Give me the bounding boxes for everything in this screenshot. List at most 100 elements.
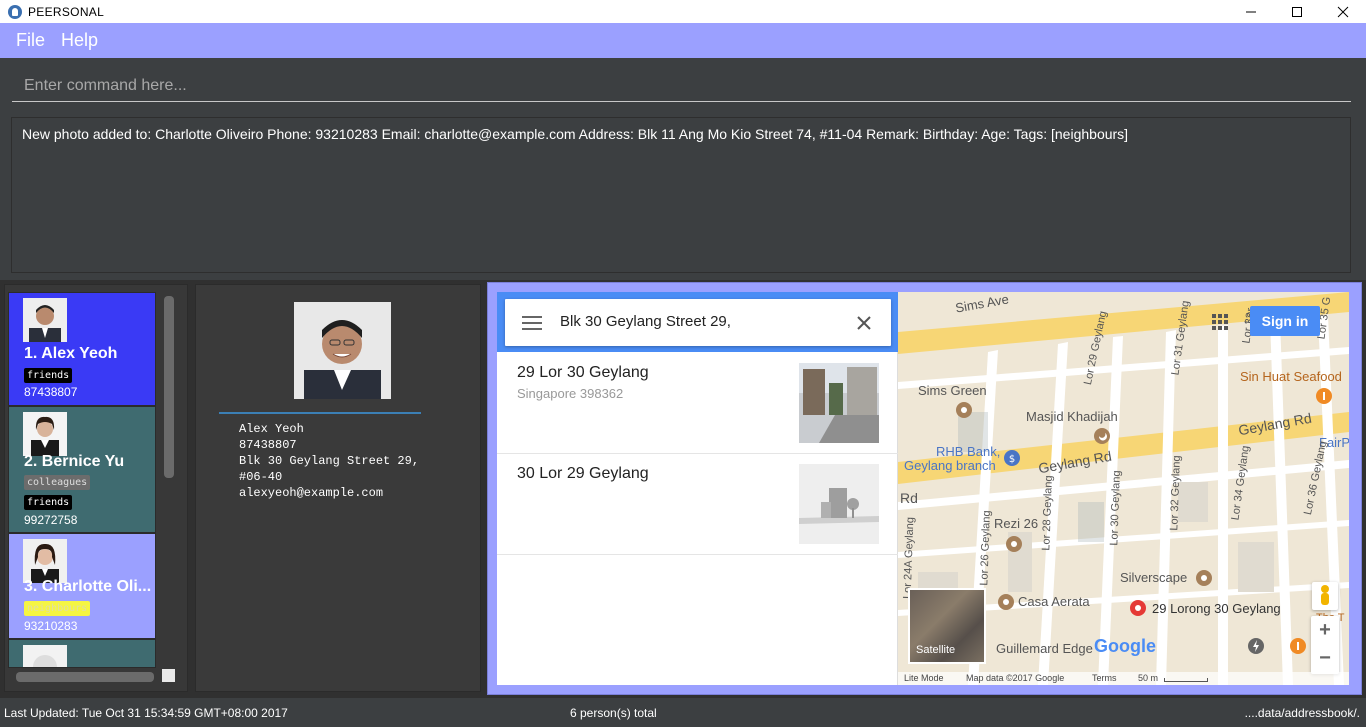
- apps-grid-icon[interactable]: [1212, 314, 1228, 330]
- map-scale-label: 50 m: [1138, 673, 1159, 683]
- terms-link[interactable]: Terms: [1092, 673, 1117, 683]
- detail-divider: [219, 412, 421, 414]
- restaurant-icon[interactable]: [1316, 388, 1332, 404]
- svg-text:$: $: [1009, 454, 1015, 465]
- map-place-label: Guillemard Edge: [996, 641, 1093, 656]
- map-place-label: Geylang branch: [904, 458, 996, 473]
- map-search-panel: Blk 30 Geylang Street 29, 29 Lor 30 Geyl…: [497, 292, 898, 685]
- map-data-label: Map data ©2017 Google: [966, 673, 1065, 683]
- close-icon: [1337, 6, 1349, 17]
- map-place-label: Sin Huat Seafood: [1240, 369, 1342, 384]
- poi-icon[interactable]: [998, 594, 1014, 610]
- menu-bar: File Help: [0, 23, 1366, 58]
- map-result-item[interactable]: 29 Lor 30 Geylang Singapore 398362: [497, 354, 898, 454]
- satellite-toggle[interactable]: Satellite: [908, 588, 986, 664]
- detail-phone: 87438807: [239, 438, 297, 452]
- maximize-icon: [1292, 6, 1302, 17]
- map-place-label: Silverscape: [1120, 570, 1188, 585]
- command-input[interactable]: [12, 70, 1351, 102]
- person-tag: friends: [24, 368, 73, 383]
- map-place-label: Sims Green: [918, 383, 987, 398]
- map-place-label: Casa Aerata: [1018, 594, 1090, 609]
- sign-in-button[interactable]: Sign in: [1250, 306, 1320, 336]
- menu-file[interactable]: File: [16, 30, 45, 51]
- person-card[interactable]: 1. Alex Yeoh friends 87438807: [8, 292, 156, 406]
- map-pin-label: 29 Lorong 30 Geylang: [1152, 601, 1281, 616]
- detail-email: alexyeoh@example.com: [239, 486, 384, 500]
- map-view[interactable]: Blk 30 Geylang Street 29, 29 Lor 30 Geyl…: [497, 292, 1349, 685]
- maximize-button[interactable]: [1274, 0, 1320, 23]
- close-icon[interactable]: [855, 314, 873, 332]
- list-horizontal-scrollbar[interactable]: [16, 672, 154, 682]
- detail-name: Alex Yeoh: [239, 422, 304, 436]
- map-search-input[interactable]: Blk 30 Geylang Street 29,: [560, 313, 731, 330]
- person-tag: colleagues: [24, 475, 91, 490]
- street-view-thumbnail: [799, 363, 879, 443]
- minimize-button[interactable]: [1228, 0, 1274, 23]
- zoom-out-button[interactable]: −: [1311, 644, 1339, 672]
- zoom-controls: + −: [1311, 616, 1339, 674]
- title-bar: PEERSONAL: [0, 0, 1366, 23]
- street-view-pegman[interactable]: [1312, 582, 1338, 610]
- status-bar: Last Updated: Tue Oct 31 15:34:59 GMT+08…: [0, 698, 1366, 727]
- avatar: [23, 539, 67, 583]
- command-area: [0, 58, 1366, 110]
- result-message: New photo added to: Charlotte Oliveiro P…: [22, 126, 1129, 142]
- map-result-subtitle: Singapore 398362: [517, 386, 624, 401]
- status-save-path: ....data/addressbook/.: [1244, 706, 1360, 720]
- map-scale-bar: [1164, 678, 1208, 682]
- result-display[interactable]: New photo added to: Charlotte Oliveiro P…: [11, 117, 1351, 273]
- menu-icon[interactable]: [522, 316, 542, 330]
- map-place-label: RHB Bank,: [936, 444, 1001, 459]
- avatar: [23, 645, 67, 667]
- list-scrollbar[interactable]: [164, 296, 174, 478]
- person-phone: 99272758: [24, 513, 78, 527]
- minimize-icon: [1246, 11, 1256, 12]
- person-tag: neighbours: [24, 601, 91, 616]
- person-card[interactable]: [8, 639, 156, 668]
- zoom-in-button[interactable]: +: [1311, 616, 1339, 644]
- lite-mode-label: Lite Mode: [904, 673, 944, 683]
- map-result-title: 29 Lor 30 Geylang: [517, 364, 649, 381]
- person-card[interactable]: 2. Bernice Yu colleagues friends 9927275…: [8, 406, 156, 533]
- bank-icon[interactable]: $: [1004, 450, 1020, 466]
- building-icon: [799, 464, 879, 544]
- pegman-icon: [1321, 585, 1329, 605]
- map-place-label: Masjid Khadijah: [1026, 409, 1118, 424]
- window-title: PEERSONAL: [28, 4, 105, 19]
- menu-help[interactable]: Help: [61, 30, 98, 51]
- map-result-title: 30 Lor 29 Geylang: [517, 465, 649, 482]
- person-name: 1. Alex Yeoh: [24, 345, 118, 362]
- map-attribution: Lite Mode Map data ©2017 Google Terms 50…: [898, 672, 1349, 685]
- detail-photo: [294, 302, 391, 399]
- detail-address: Blk 30 Geylang Street 29,: [239, 454, 420, 468]
- person-name: 2. Bernice Yu: [24, 453, 125, 470]
- poi-icon[interactable]: [956, 402, 972, 418]
- poi-icon[interactable]: [1196, 570, 1212, 586]
- map-place-label: Rezi 26: [994, 516, 1039, 531]
- map-result-item[interactable]: 30 Lor 29 Geylang: [497, 455, 898, 555]
- person-tag: friends: [24, 495, 73, 510]
- lightning-icon[interactable]: [1248, 638, 1264, 654]
- map-search-header: Blk 30 Geylang Street 29,: [497, 292, 898, 352]
- close-button[interactable]: [1320, 0, 1366, 23]
- status-last-updated: Last Updated: Tue Oct 31 15:34:59 GMT+08…: [4, 706, 288, 720]
- avatar: [23, 298, 67, 342]
- map-search-box[interactable]: Blk 30 Geylang Street 29,: [505, 299, 891, 346]
- avatar: [23, 412, 67, 456]
- status-total: 6 person(s) total: [570, 706, 657, 720]
- mosque-icon[interactable]: [1094, 428, 1110, 444]
- poi-icon[interactable]: [1006, 536, 1022, 552]
- scroll-corner: [162, 669, 175, 682]
- restaurant-icon[interactable]: [1290, 638, 1306, 654]
- location-pin-icon[interactable]: [1130, 600, 1146, 616]
- detail-address-unit: #06-40: [239, 470, 283, 484]
- map-road-label: Rd: [900, 490, 918, 506]
- map-canvas[interactable]: Sims Ave Sims Green Masjid Khadijah RHB …: [898, 292, 1349, 685]
- person-phone: 93210283: [24, 619, 78, 633]
- person-card[interactable]: 3. Charlotte Oli... neighbours 93210283: [8, 533, 156, 639]
- person-name: 3. Charlotte Oli...: [24, 578, 152, 595]
- person-phone: 87438807: [24, 385, 78, 399]
- app-icon: [8, 4, 22, 19]
- google-logo: Google: [1094, 636, 1156, 656]
